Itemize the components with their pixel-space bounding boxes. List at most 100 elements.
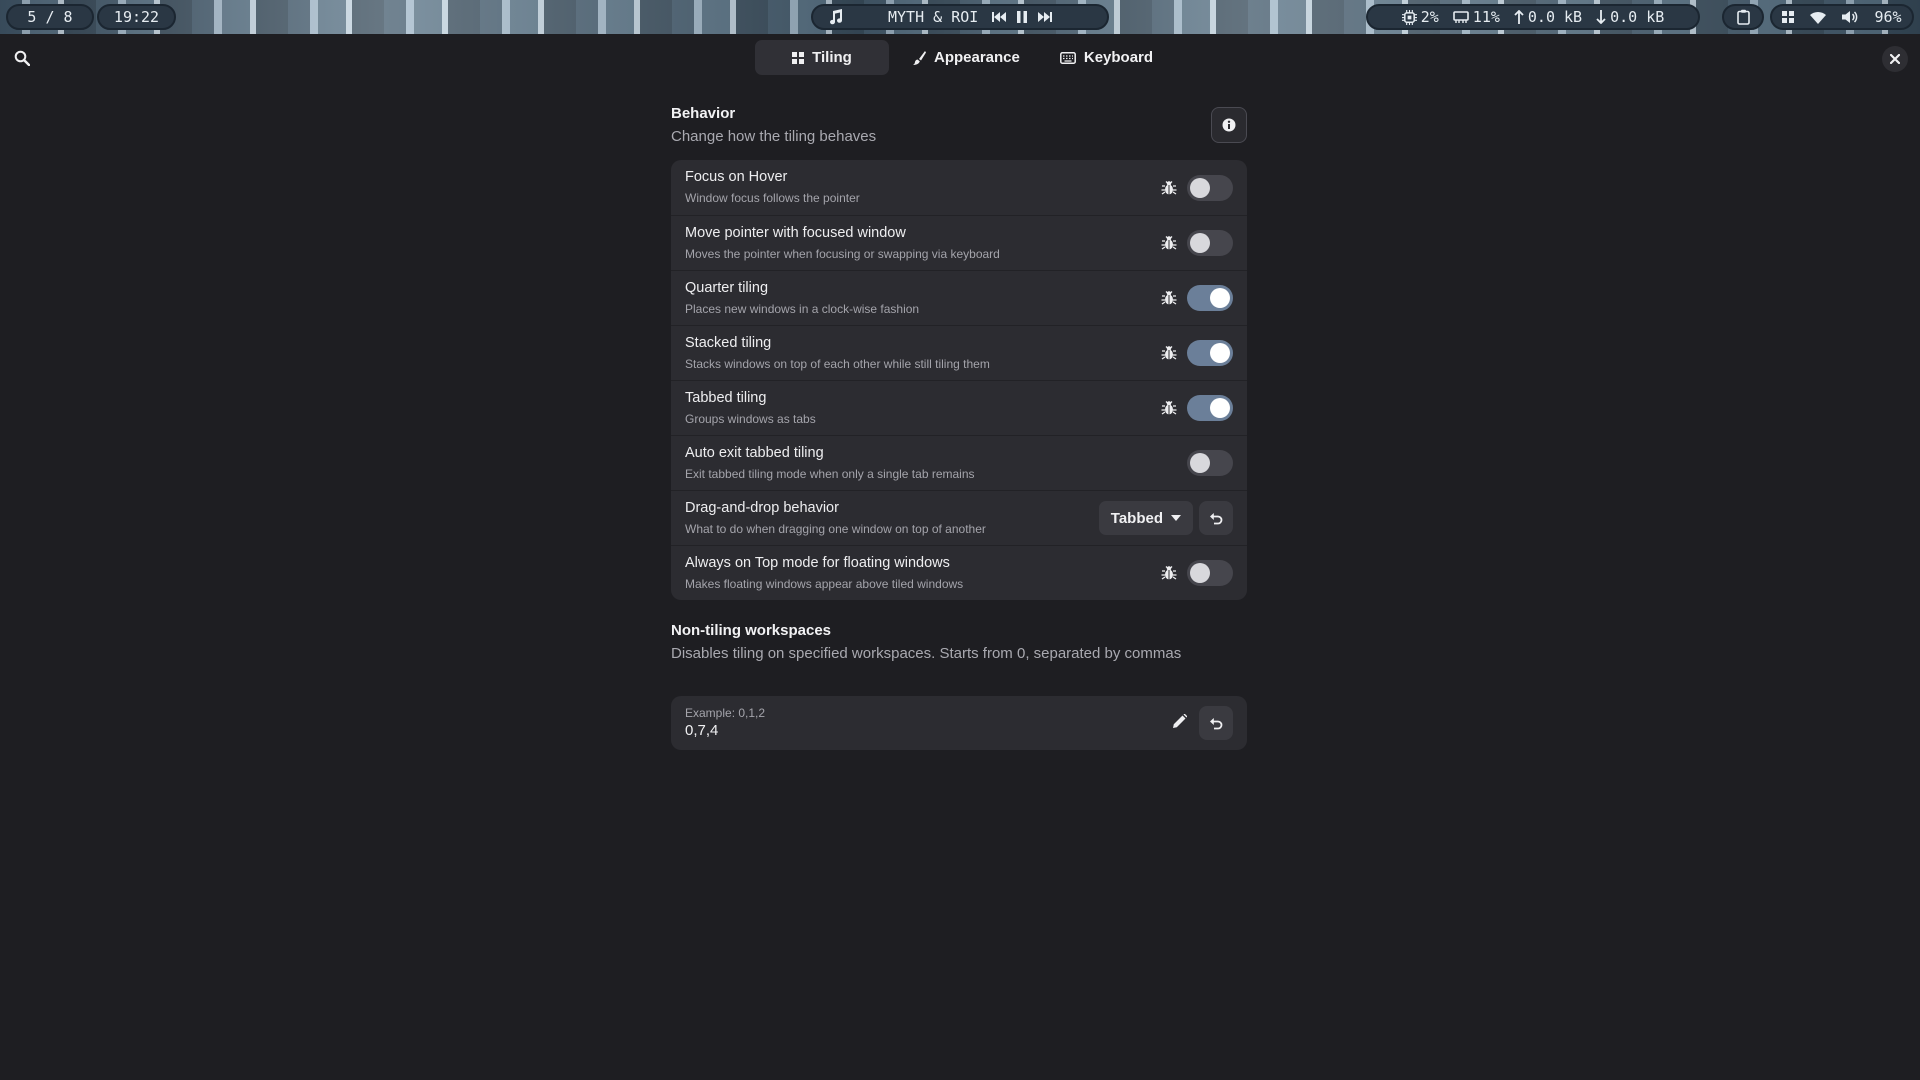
bug-icon	[1161, 235, 1177, 251]
arrow-down-icon	[1596, 10, 1606, 24]
workspace-label: 5 / 8	[27, 8, 73, 26]
chevron-down-icon	[1171, 515, 1181, 521]
edit-pencil-icon[interactable]	[1173, 713, 1188, 733]
music-note-icon	[829, 9, 843, 25]
bug-icon	[1161, 400, 1177, 416]
cpu-value: 2%	[1420, 8, 1439, 26]
bug-icon	[1161, 345, 1177, 361]
row-description: What to do when dragging one window on t…	[685, 522, 986, 536]
upload-stat: 0.0 kB	[1514, 8, 1582, 26]
bug-icon	[1161, 180, 1177, 196]
reset-button[interactable]	[1199, 501, 1233, 535]
info-button[interactable]	[1211, 107, 1247, 143]
wifi-icon	[1810, 11, 1830, 24]
download-stat: 0.0 kB	[1596, 8, 1664, 26]
row-label: Quarter tiling	[685, 280, 769, 296]
row-stacked-tiling: Stacked tiling Stacks windows on top of …	[671, 325, 1247, 380]
view-switcher: Tiling Appearance Keyboard	[755, 40, 1169, 75]
row-description: Makes floating windows appear above tile…	[685, 577, 964, 591]
brush-icon	[913, 50, 926, 65]
cpu-icon	[1401, 9, 1417, 25]
row-description: Moves the pointer when focusing or swapp…	[685, 247, 1000, 261]
row-label: Stacked tiling	[685, 335, 772, 351]
tab-label: Keyboard	[1083, 49, 1154, 66]
behavior-group-header: Behavior Change how the tiling behaves	[671, 80, 1247, 160]
grid-icon	[792, 51, 805, 64]
window-header: Tiling Appearance Keyboard	[0, 34, 1920, 80]
clock[interactable]: 19:22	[97, 4, 176, 30]
row-description: Window focus follows the pointer	[685, 191, 860, 205]
search-icon	[14, 50, 30, 66]
clock-label: 19:22	[113, 8, 160, 26]
row-label: Focus on Hover	[685, 169, 788, 185]
toggle-switch[interactable]	[1187, 285, 1233, 311]
bug-icon	[1161, 290, 1177, 306]
previous-track-icon[interactable]	[992, 11, 1007, 23]
toggle-switch[interactable]	[1187, 230, 1233, 256]
entry-placeholder: Example: 0,1,2	[685, 706, 766, 720]
media-player: MYTH & ROI	[811, 4, 1109, 30]
tab-label: Tiling	[812, 49, 852, 66]
keyboard-icon	[1059, 51, 1076, 64]
row-label: Always on Top mode for floating windows	[685, 555, 950, 571]
row-description: Exit tabbed tiling mode when only a sing…	[685, 467, 975, 481]
non-tiling-workspaces-input[interactable]: 0,7,4	[685, 722, 718, 739]
top-bar: 5 / 8 19:22 MYTH & ROI 2% 11% 0.0 kB 0.0…	[0, 0, 1920, 34]
row-tabbed-tiling: Tabbed tiling Groups windows as tabs	[671, 380, 1247, 435]
row-description: Stacks windows on top of each other whil…	[685, 357, 990, 371]
close-button[interactable]	[1882, 46, 1908, 72]
system-stats[interactable]: 2% 11% 0.0 kB 0.0 kB	[1366, 4, 1700, 30]
arrow-up-icon	[1514, 10, 1524, 24]
toggle-switch[interactable]	[1187, 450, 1233, 476]
row-focus-on-hover: Focus on Hover Window focus follows the …	[671, 160, 1247, 215]
drag-behavior-dropdown[interactable]: Tabbed	[1098, 501, 1193, 535]
memory-value: 11%	[1472, 8, 1500, 26]
non-tiling-title: Non-tiling workspaces	[671, 622, 832, 639]
non-tiling-entry-row[interactable]: Example: 0,1,2 0,7,4	[671, 696, 1247, 750]
tab-appearance[interactable]: Appearance	[897, 40, 1036, 75]
download-value: 0.0 kB	[1610, 8, 1665, 26]
clipboard-button[interactable]	[1722, 4, 1764, 30]
media-title: MYTH & ROI	[888, 8, 979, 26]
row-description: Groups windows as tabs	[685, 412, 816, 426]
info-icon	[1222, 118, 1236, 132]
toggle-switch[interactable]	[1187, 395, 1233, 421]
quick-settings[interactable]: 96%	[1770, 4, 1914, 30]
toggle-switch[interactable]	[1187, 560, 1233, 586]
memory-stat: 11%	[1452, 8, 1500, 26]
dropdown-value: Tabbed	[1110, 509, 1163, 527]
toggle-switch[interactable]	[1187, 174, 1233, 201]
cpu-stat: 2%	[1401, 8, 1439, 26]
workspace-indicator[interactable]: 5 / 8	[6, 4, 94, 30]
non-tiling-group-header: Non-tiling workspaces Disables tiling on…	[671, 622, 1247, 696]
tab-tiling[interactable]: Tiling	[755, 40, 889, 75]
non-tiling-subtitle: Disables tiling on specified workspaces.…	[671, 645, 1182, 662]
row-label: Auto exit tabbed tiling	[685, 445, 824, 461]
preferences-page: Behavior Change how the tiling behaves F…	[671, 80, 1247, 750]
row-drag-and-drop: Drag-and-drop behavior What to do when d…	[671, 490, 1247, 545]
memory-icon	[1452, 10, 1469, 23]
non-tiling-group: Non-tiling workspaces Disables tiling on…	[671, 622, 1247, 750]
tab-keyboard[interactable]: Keyboard	[1044, 40, 1169, 75]
bug-icon	[1161, 565, 1177, 581]
row-label: Drag-and-drop behavior	[685, 500, 839, 516]
behavior-list: Focus on Hover Window focus follows the …	[671, 160, 1247, 600]
row-auto-exit-tabbed: Auto exit tabbed tiling Exit tabbed tili…	[671, 435, 1247, 490]
pause-icon[interactable]	[1016, 11, 1028, 23]
tab-label: Appearance	[934, 49, 1020, 66]
row-quarter-tiling: Quarter tiling Places new windows in a c…	[671, 270, 1247, 325]
upload-value: 0.0 kB	[1527, 8, 1583, 26]
volume-icon	[1842, 10, 1862, 24]
row-label: Tabbed tiling	[685, 390, 767, 406]
undo-icon	[1210, 717, 1223, 729]
search-button[interactable]	[10, 46, 34, 70]
row-move-pointer: Move pointer with focused window Moves t…	[671, 215, 1247, 270]
behavior-title: Behavior	[671, 105, 736, 122]
next-track-icon[interactable]	[1038, 11, 1053, 23]
close-icon	[1890, 54, 1900, 64]
toggle-switch[interactable]	[1187, 340, 1233, 366]
row-label: Move pointer with focused window	[685, 225, 906, 241]
battery-value: 96%	[1874, 8, 1902, 26]
row-always-on-top: Always on Top mode for floating windows …	[671, 545, 1247, 600]
reset-button[interactable]	[1199, 706, 1233, 740]
